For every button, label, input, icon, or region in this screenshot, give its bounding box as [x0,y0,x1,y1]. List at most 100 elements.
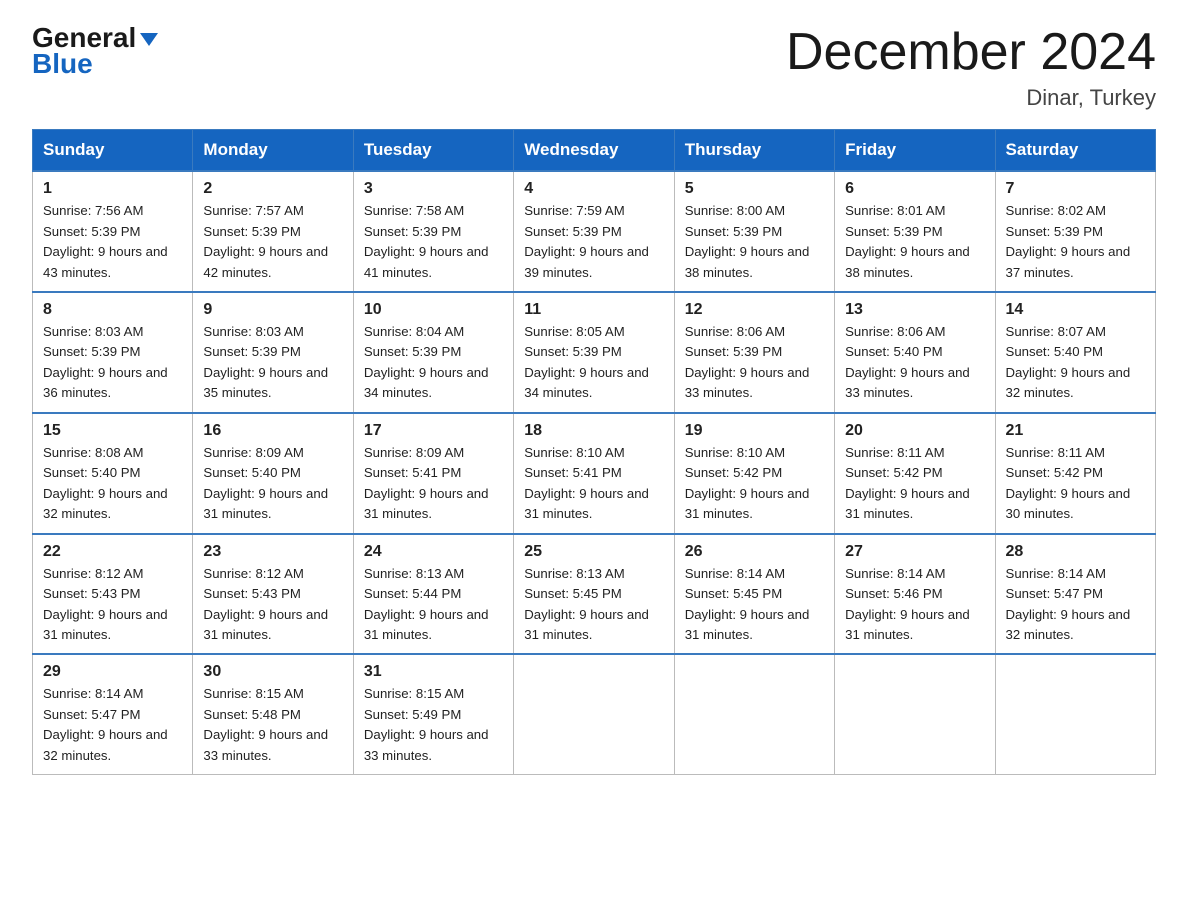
day-number: 10 [364,301,503,319]
day-info: Sunrise: 8:13 AMSunset: 5:44 PMDaylight:… [364,564,503,646]
day-info: Sunrise: 8:00 AMSunset: 5:39 PMDaylight:… [685,201,824,283]
day-number: 28 [1006,543,1145,561]
day-info: Sunrise: 8:06 AMSunset: 5:39 PMDaylight:… [685,322,824,404]
calendar-cell: 23Sunrise: 8:12 AMSunset: 5:43 PMDayligh… [193,534,353,655]
logo: General Blue [32,24,158,80]
calendar-cell: 2 Sunrise: 7:57 AMSunset: 5:39 PMDaylight… [193,171,353,292]
day-number: 8 [43,301,182,319]
day-info: Sunrise: 8:10 AMSunset: 5:41 PMDaylight:… [524,443,663,525]
day-info: Sunrise: 7:56 AMSunset: 5:39 PMDaylight:… [43,201,182,283]
day-number: 27 [845,543,984,561]
day-number: 9 [203,301,342,319]
day-number: 16 [203,422,342,440]
week-row-1: 1Sunrise: 7:56 AMSunset: 5:39 PMDaylight… [33,171,1156,292]
day-number: 5 [685,180,824,198]
day-info: Sunrise: 8:09 AMSunset: 5:40 PMDaylight:… [203,443,342,525]
calendar-cell: 5 Sunrise: 8:00 AMSunset: 5:39 PMDaylight… [674,171,834,292]
week-row-3: 15 Sunrise: 8:08 AMSunset: 5:40 PMDayligh… [33,413,1156,534]
col-header-tuesday: Tuesday [353,130,513,172]
day-number: 22 [43,543,182,561]
week-row-2: 8 Sunrise: 8:03 AMSunset: 5:39 PMDaylight… [33,292,1156,413]
col-header-thursday: Thursday [674,130,834,172]
title-block: December 2024 Dinar, Turkey [786,24,1156,111]
calendar-cell: 13Sunrise: 8:06 AMSunset: 5:40 PMDayligh… [835,292,995,413]
calendar-cell: 30 Sunrise: 8:15 AMSunset: 5:48 PMDayligh… [193,654,353,774]
calendar-cell: 21Sunrise: 8:11 AMSunset: 5:42 PMDayligh… [995,413,1155,534]
calendar-cell: 7Sunrise: 8:02 AMSunset: 5:39 PMDaylight… [995,171,1155,292]
calendar-cell: 22 Sunrise: 8:12 AMSunset: 5:43 PMDayligh… [33,534,193,655]
day-number: 19 [685,422,824,440]
day-number: 11 [524,301,663,319]
calendar-cell: 24Sunrise: 8:13 AMSunset: 5:44 PMDayligh… [353,534,513,655]
calendar-cell: 1Sunrise: 7:56 AMSunset: 5:39 PMDaylight… [33,171,193,292]
calendar-cell: 31 Sunrise: 8:15 AMSunset: 5:49 PMDayligh… [353,654,513,774]
day-info: Sunrise: 8:10 AMSunset: 5:42 PMDaylight:… [685,443,824,525]
calendar-cell: 17Sunrise: 8:09 AMSunset: 5:41 PMDayligh… [353,413,513,534]
day-info: Sunrise: 8:14 AMSunset: 5:45 PMDaylight:… [685,564,824,646]
calendar-cell: 27Sunrise: 8:14 AMSunset: 5:46 PMDayligh… [835,534,995,655]
day-info: Sunrise: 8:12 AMSunset: 5:43 PMDaylight:… [203,564,342,646]
day-info: Sunrise: 8:13 AMSunset: 5:45 PMDaylight:… [524,564,663,646]
calendar-cell: 10 Sunrise: 8:04 AMSunset: 5:39 PMDayligh… [353,292,513,413]
day-info: Sunrise: 8:05 AMSunset: 5:39 PMDaylight:… [524,322,663,404]
col-header-saturday: Saturday [995,130,1155,172]
calendar-cell: 28 Sunrise: 8:14 AMSunset: 5:47 PMDayligh… [995,534,1155,655]
col-header-wednesday: Wednesday [514,130,674,172]
day-number: 3 [364,180,503,198]
calendar-cell: 25 Sunrise: 8:13 AMSunset: 5:45 PMDayligh… [514,534,674,655]
day-number: 2 [203,180,342,198]
col-header-friday: Friday [835,130,995,172]
day-number: 12 [685,301,824,319]
day-number: 17 [364,422,503,440]
calendar-cell [995,654,1155,774]
day-number: 4 [524,180,663,198]
calendar-table: SundayMondayTuesdayWednesdayThursdayFrid… [32,129,1156,775]
calendar-cell: 29Sunrise: 8:14 AMSunset: 5:47 PMDayligh… [33,654,193,774]
calendar-cell: 18 Sunrise: 8:10 AMSunset: 5:41 PMDayligh… [514,413,674,534]
day-info: Sunrise: 8:15 AMSunset: 5:49 PMDaylight:… [364,684,503,766]
day-number: 18 [524,422,663,440]
calendar-cell: 14Sunrise: 8:07 AMSunset: 5:40 PMDayligh… [995,292,1155,413]
day-number: 6 [845,180,984,198]
day-number: 26 [685,543,824,561]
day-info: Sunrise: 8:03 AMSunset: 5:39 PMDaylight:… [203,322,342,404]
calendar-cell: 12 Sunrise: 8:06 AMSunset: 5:39 PMDayligh… [674,292,834,413]
day-number: 30 [203,663,342,681]
calendar-cell: 6 Sunrise: 8:01 AMSunset: 5:39 PMDaylight… [835,171,995,292]
calendar-cell: 11 Sunrise: 8:05 AMSunset: 5:39 PMDayligh… [514,292,674,413]
col-header-monday: Monday [193,130,353,172]
day-info: Sunrise: 8:15 AMSunset: 5:48 PMDaylight:… [203,684,342,766]
day-number: 31 [364,663,503,681]
calendar-cell [514,654,674,774]
day-number: 14 [1006,301,1145,319]
page-title: December 2024 [786,24,1156,81]
calendar-cell: 4 Sunrise: 7:59 AMSunset: 5:39 PMDaylight… [514,171,674,292]
day-info: Sunrise: 8:04 AMSunset: 5:39 PMDaylight:… [364,322,503,404]
day-info: Sunrise: 7:57 AMSunset: 5:39 PMDaylight:… [203,201,342,283]
calendar-header-row: SundayMondayTuesdayWednesdayThursdayFrid… [33,130,1156,172]
day-info: Sunrise: 8:14 AMSunset: 5:47 PMDaylight:… [43,684,182,766]
day-info: Sunrise: 8:14 AMSunset: 5:47 PMDaylight:… [1006,564,1145,646]
calendar-cell: 8 Sunrise: 8:03 AMSunset: 5:39 PMDaylight… [33,292,193,413]
page-subtitle: Dinar, Turkey [786,85,1156,111]
day-info: Sunrise: 8:01 AMSunset: 5:39 PMDaylight:… [845,201,984,283]
calendar-cell [674,654,834,774]
day-info: Sunrise: 7:59 AMSunset: 5:39 PMDaylight:… [524,201,663,283]
day-number: 15 [43,422,182,440]
day-number: 25 [524,543,663,561]
day-number: 20 [845,422,984,440]
calendar-cell: 19 Sunrise: 8:10 AMSunset: 5:42 PMDayligh… [674,413,834,534]
week-row-5: 29Sunrise: 8:14 AMSunset: 5:47 PMDayligh… [33,654,1156,774]
day-info: Sunrise: 8:11 AMSunset: 5:42 PMDaylight:… [845,443,984,525]
col-header-sunday: Sunday [33,130,193,172]
day-info: Sunrise: 8:03 AMSunset: 5:39 PMDaylight:… [43,322,182,404]
page-header: General Blue December 2024 Dinar, Turkey [32,24,1156,111]
day-info: Sunrise: 8:08 AMSunset: 5:40 PMDaylight:… [43,443,182,525]
calendar-cell: 20 Sunrise: 8:11 AMSunset: 5:42 PMDayligh… [835,413,995,534]
day-number: 21 [1006,422,1145,440]
calendar-cell [835,654,995,774]
logo-blue: Blue [32,48,93,80]
day-info: Sunrise: 8:12 AMSunset: 5:43 PMDaylight:… [43,564,182,646]
day-info: Sunrise: 8:06 AMSunset: 5:40 PMDaylight:… [845,322,984,404]
day-info: Sunrise: 8:02 AMSunset: 5:39 PMDaylight:… [1006,201,1145,283]
